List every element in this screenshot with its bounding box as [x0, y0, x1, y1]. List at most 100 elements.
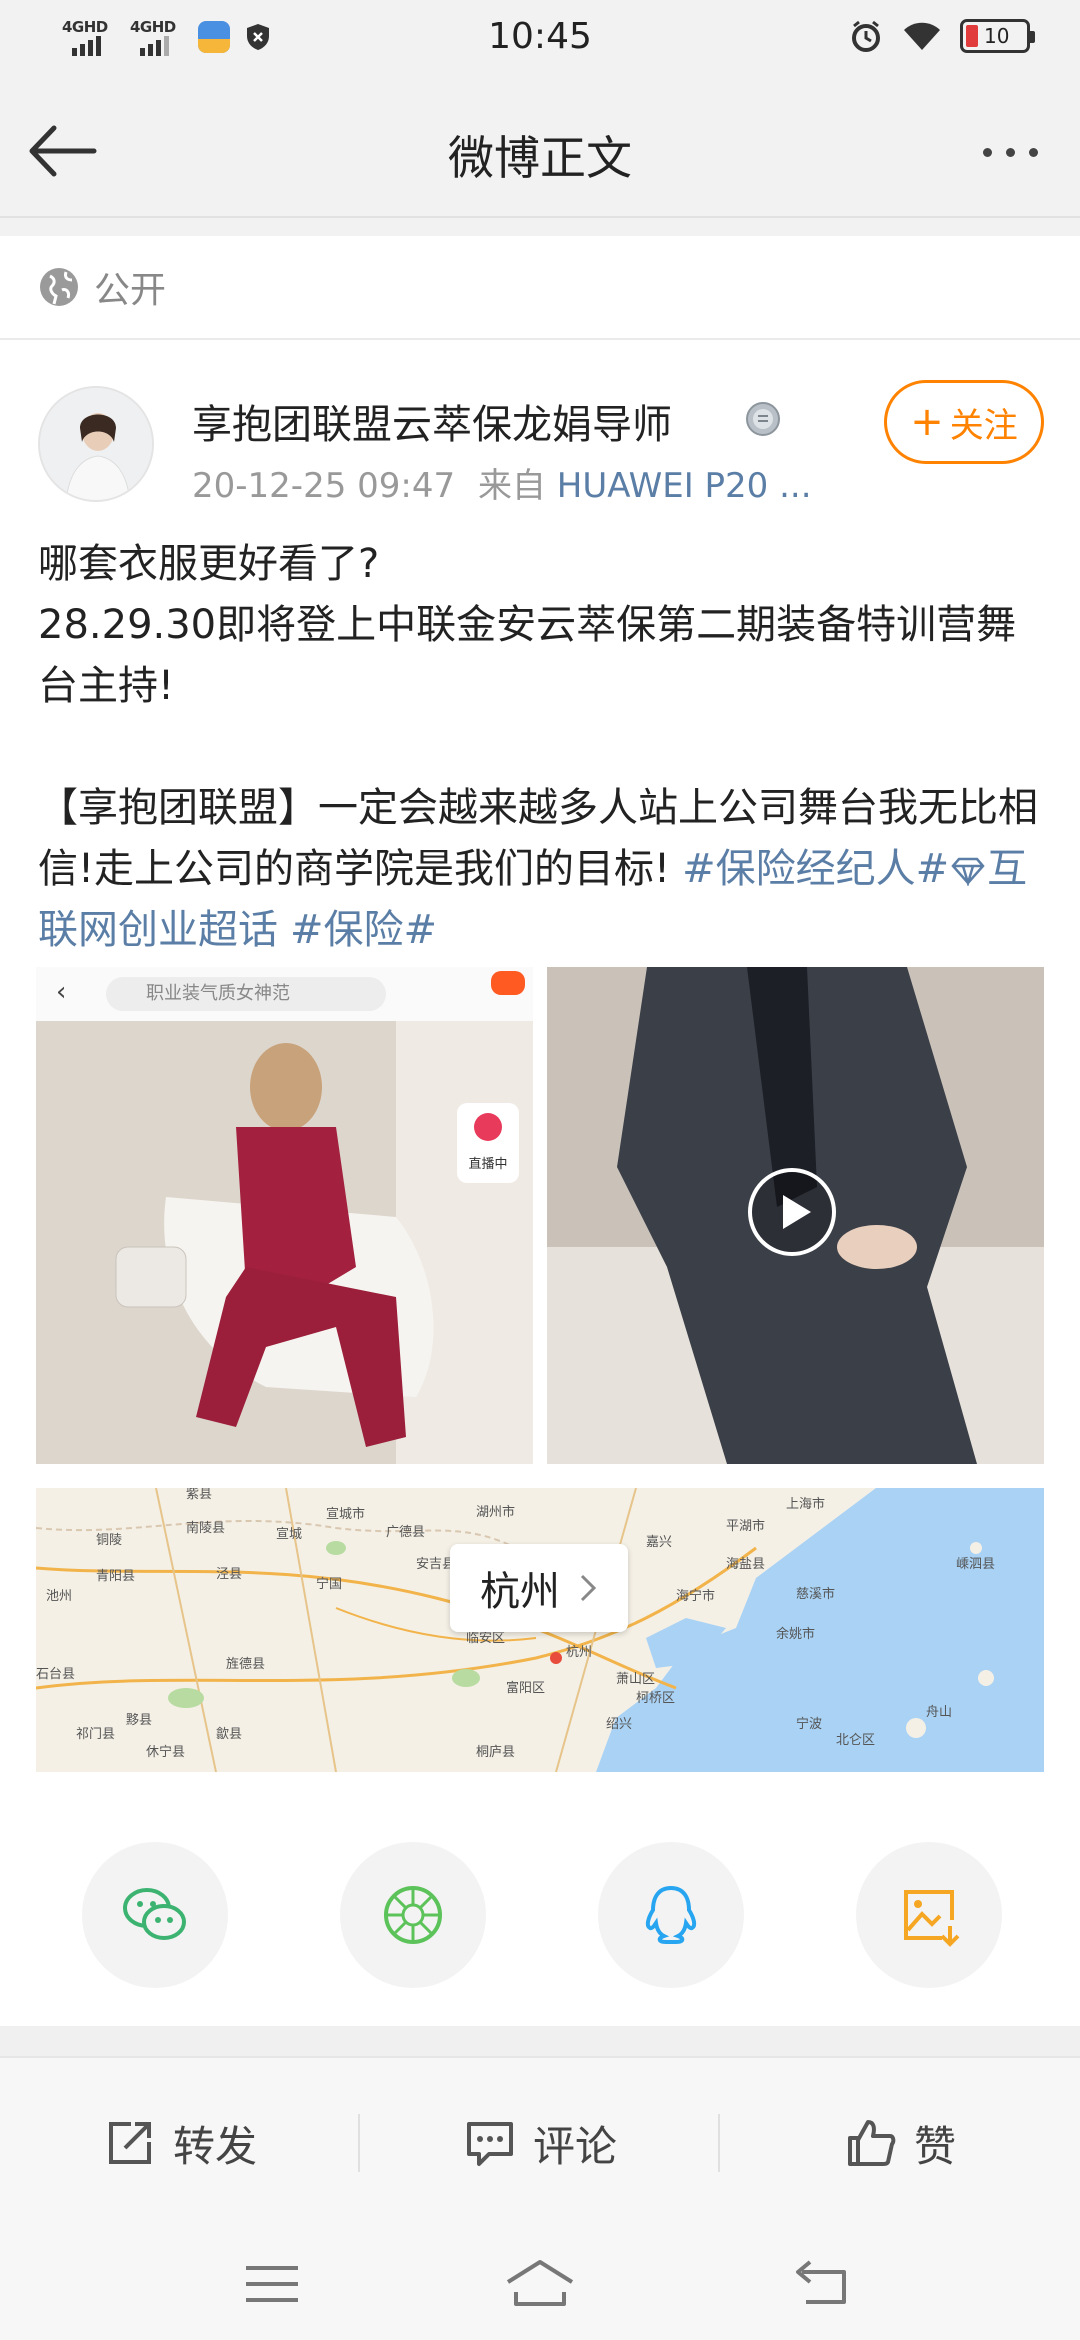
post-line: 【享抱团联盟】一定会越来越多人站上公司舞台我无比相信!走上公司的商学院是我们的目…	[38, 778, 1048, 961]
source-prefix: 来自	[477, 466, 546, 506]
embedded-search: 职业装气质女神范	[106, 977, 386, 1011]
share-qq-button[interactable]	[598, 1842, 744, 1988]
svg-text:舟山: 舟山	[926, 1705, 952, 1720]
page-title: 微博正文	[448, 131, 632, 185]
author-row: 享抱团联盟云萃保龙娟导师 20-12-25 09:47 来自 HUAWEI P2…	[0, 340, 1080, 520]
system-nav-bar	[0, 2226, 1080, 2340]
svg-text:泾县: 泾县	[216, 1567, 242, 1582]
battery-icon: 10	[960, 19, 1035, 53]
svg-text:临安区: 临安区	[466, 1631, 505, 1646]
live-badge: 直播中	[457, 1103, 519, 1183]
post-image-1[interactable]: ‹ 职业装气质女神范 直播中	[36, 967, 533, 1464]
location-map[interactable]: 紫县 铜陵 南陵县 宣城 宣城市 广德县 湖州市 嘉兴 平湖市 上海市 青阳县 …	[36, 1488, 1044, 1772]
save-image-button[interactable]	[856, 1842, 1002, 1988]
svg-text:祁门县: 祁门县	[76, 1727, 115, 1742]
status-bar: 4GHD 4GHD 10:45 10	[0, 0, 1080, 82]
svg-text:青阳县: 青阳县	[96, 1569, 135, 1584]
qq-icon	[645, 1885, 697, 1944]
svg-text:铜陵: 铜陵	[96, 1533, 122, 1548]
svg-text:休宁县: 休宁县	[146, 1744, 185, 1760]
embedded-app-bar: ‹ 职业装气质女神范	[36, 967, 533, 1021]
repost-button[interactable]: 转发	[0, 2058, 360, 2228]
map-city-label[interactable]: 杭州	[450, 1544, 628, 1632]
menu-icon[interactable]	[232, 2256, 312, 2312]
svg-text:宁国: 宁国	[316, 1576, 342, 1592]
diamond-icon	[951, 857, 985, 888]
back-icon[interactable]	[784, 2256, 864, 2312]
section-divider	[0, 2026, 1080, 2056]
home-icon[interactable]	[500, 2256, 580, 2312]
moments-icon	[384, 1886, 442, 1944]
follow-label: 关注	[949, 405, 1018, 446]
svg-text:南陵县: 南陵县	[186, 1520, 225, 1536]
svg-text:海盐县: 海盐县	[726, 1557, 765, 1572]
comment-button[interactable]: 评论	[360, 2058, 720, 2228]
more-horizontal-icon[interactable]	[970, 132, 1050, 172]
svg-text:慈溪市: 慈溪市	[796, 1586, 835, 1602]
author-name[interactable]: 享抱团联盟云萃保龙娟导师	[192, 392, 672, 450]
svg-text:广德县: 广德县	[386, 1525, 425, 1540]
repost-label: 转发	[172, 2121, 257, 2171]
wechat-icon	[123, 1888, 186, 1940]
post-source[interactable]: HUAWEI P20 ...	[557, 466, 812, 506]
svg-text:黟县: 黟县	[126, 1713, 152, 1728]
svg-text:石台县: 石台县	[36, 1667, 75, 1682]
avatar[interactable]	[38, 386, 154, 502]
svg-text:余姚市: 余姚市	[776, 1626, 815, 1642]
svg-text:紫县: 紫县	[186, 1488, 212, 1502]
post-datetime: 20-12-25 09:47	[192, 466, 456, 506]
wifi-icon	[904, 22, 940, 50]
city-name: 杭州	[480, 1569, 560, 1615]
svg-text:桐庐县: 桐庐县	[476, 1745, 515, 1760]
svg-text:杭州: 杭州	[566, 1645, 592, 1660]
comment-label: 评论	[532, 2121, 617, 2171]
svg-text:萧山区: 萧山区	[616, 1672, 655, 1687]
svg-text:宣城市: 宣城市	[326, 1506, 365, 1522]
like-button[interactable]: 赞	[720, 2058, 1080, 2228]
svg-text:绍兴: 绍兴	[606, 1717, 632, 1732]
globe-icon	[40, 268, 78, 306]
svg-text:嵊泗县: 嵊泗县	[956, 1557, 995, 1572]
svg-text:宣城: 宣城	[276, 1526, 302, 1542]
post-line	[38, 717, 1048, 778]
follow-button[interactable]: + 关注	[884, 380, 1044, 464]
outfit-photo	[36, 1021, 533, 1464]
share-row	[0, 1842, 1080, 1992]
svg-text:上海市: 上海市	[786, 1496, 825, 1512]
visibility-label: 公开	[94, 270, 167, 311]
svg-text:平湖市: 平湖市	[726, 1518, 765, 1534]
share-moments-button[interactable]	[340, 1842, 486, 1988]
section-gap	[0, 218, 1080, 236]
visibility-row: 公开	[0, 236, 1080, 340]
post-line: 哪套衣服更好看了?	[38, 541, 380, 587]
alarm-icon	[852, 20, 880, 52]
svg-text:池州: 池州	[46, 1589, 72, 1604]
post-text: 哪套衣服更好看了? 28.29.30即将登上中联金安云萃保第二期装备特训营舞台主…	[38, 534, 1048, 961]
svg-text:歙县: 歙县	[216, 1726, 242, 1742]
svg-text:嘉兴: 嘉兴	[646, 1535, 672, 1550]
post-image-2[interactable]	[547, 967, 1044, 1464]
play-icon[interactable]	[747, 1167, 837, 1257]
svg-text:旌德县: 旌德县	[226, 1657, 265, 1672]
like-label: 赞	[913, 2121, 956, 2171]
plus-icon: +	[910, 399, 944, 445]
post-line: 28.29.30即将登上中联金安云萃保第二期装备特训营舞台主持!	[38, 602, 1017, 709]
hashtag-link[interactable]: #保险经纪人#	[682, 846, 949, 892]
hashtag-link[interactable]: #保险#	[290, 907, 437, 953]
title-bar: 微博正文	[0, 82, 1080, 218]
svg-text:富阳区: 富阳区	[506, 1680, 545, 1696]
thumbs-up-icon	[847, 2120, 896, 2166]
battery-level: 10	[984, 24, 1010, 48]
medal-icon	[746, 402, 780, 436]
action-bar: 转发 评论 赞	[0, 2056, 1080, 2226]
svg-text:柯桥区: 柯桥区	[636, 1691, 675, 1706]
comment-icon	[466, 2122, 513, 2166]
svg-text:湖州市: 湖州市	[476, 1504, 515, 1520]
save-image-icon	[904, 1890, 960, 1947]
repost-icon	[108, 2122, 151, 2164]
svg-text:北仑区: 北仑区	[836, 1733, 875, 1748]
status-right: 10	[848, 18, 1035, 54]
post-meta: 20-12-25 09:47 来自 HUAWEI P20 ...	[192, 458, 812, 507]
svg-text:海宁市: 海宁市	[676, 1588, 715, 1604]
share-wechat-button[interactable]	[82, 1842, 228, 1988]
